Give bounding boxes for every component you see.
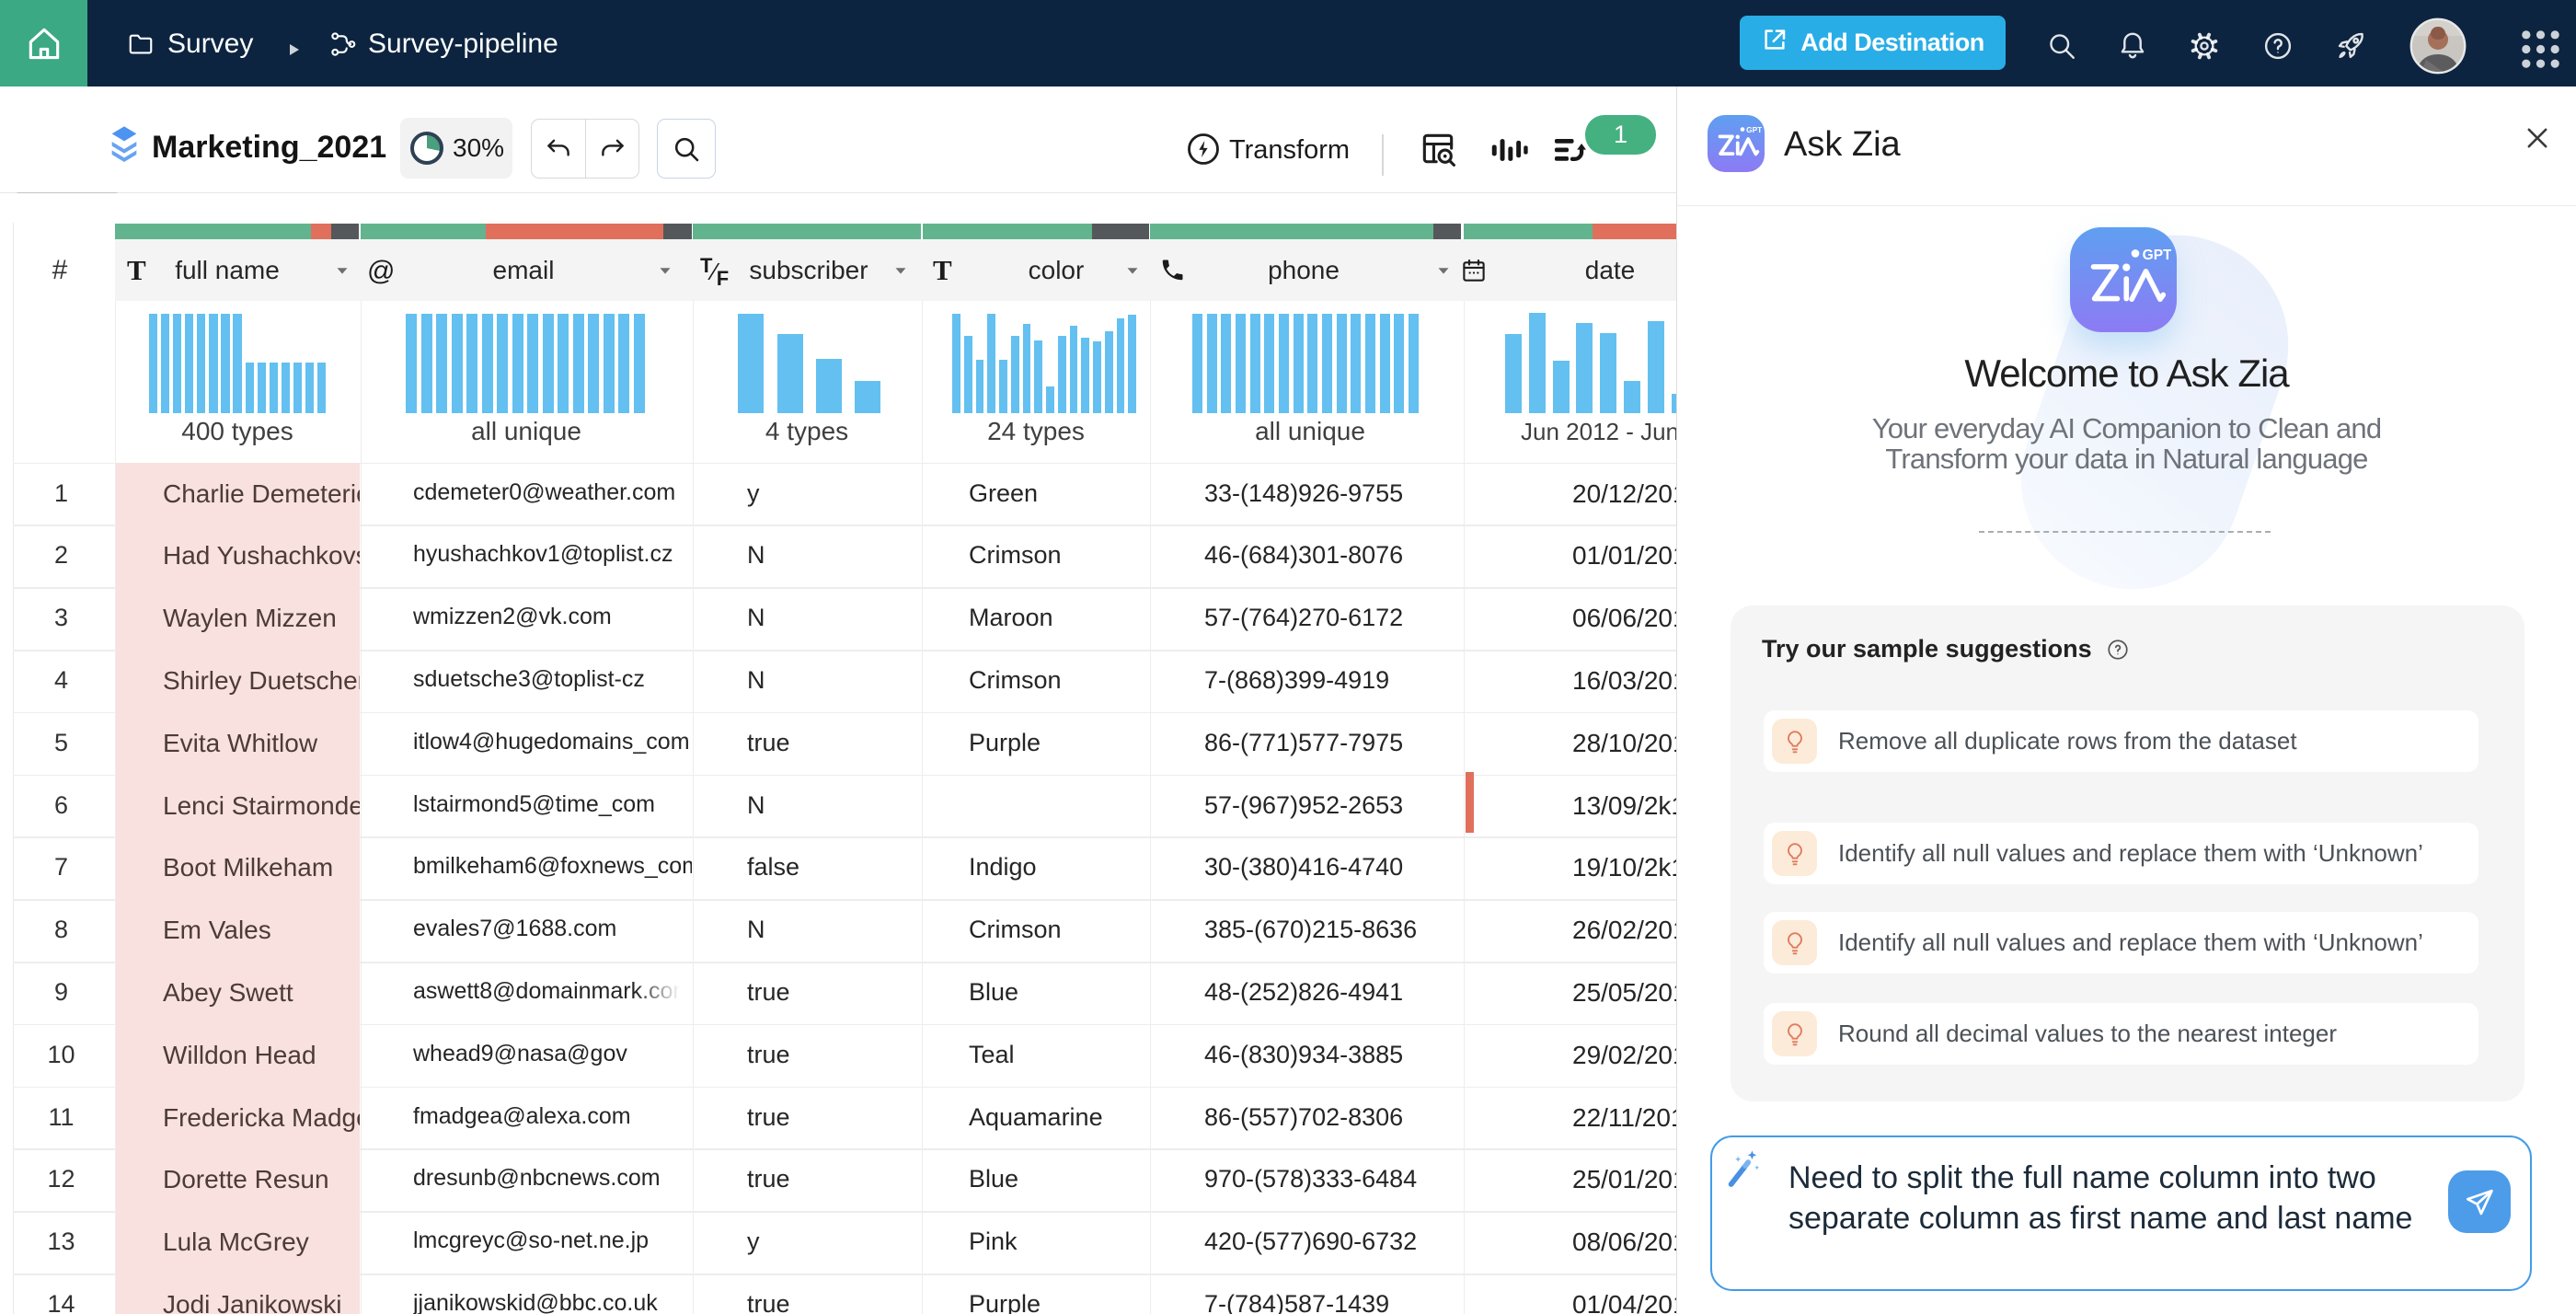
svg-text:GPT: GPT [1746,125,1762,134]
svg-text:GPT: GPT [2143,248,2171,263]
